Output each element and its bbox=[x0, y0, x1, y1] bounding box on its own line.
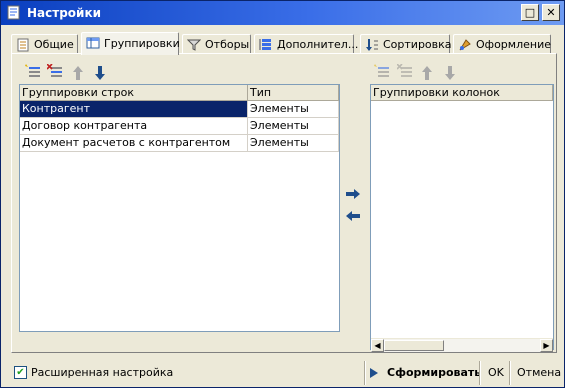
delete-grouping-button[interactable] bbox=[47, 64, 63, 80]
separator bbox=[509, 361, 511, 385]
tab-label: Группировки bbox=[104, 37, 180, 50]
move-up-button[interactable] bbox=[70, 65, 86, 81]
row-groupings-table[interactable]: Группировки строк Тип Контрагент Элемент… bbox=[19, 84, 340, 332]
extended-settings-label: Расширенная настройка bbox=[31, 366, 174, 379]
move-column-down-button[interactable] bbox=[442, 65, 458, 81]
tab-label: Отборы bbox=[205, 38, 250, 51]
grouping-type-cell[interactable]: Элементы bbox=[248, 135, 339, 152]
move-to-columns-button[interactable] bbox=[345, 188, 361, 200]
tab-additional[interactable]: Дополнител... bbox=[254, 34, 358, 54]
cancel-button[interactable]: Отмена bbox=[517, 363, 561, 383]
add-grouping-button[interactable] bbox=[25, 64, 41, 80]
close-icon: ✕ bbox=[546, 6, 556, 19]
move-column-up-button[interactable] bbox=[419, 65, 435, 81]
settings-list-icon bbox=[17, 38, 29, 52]
close-button[interactable]: ✕ bbox=[542, 4, 560, 21]
delete-row-icon bbox=[397, 64, 412, 77]
column-header-type[interactable]: Тип bbox=[248, 85, 339, 101]
table-row[interactable]: Договор контрагента Элементы bbox=[20, 118, 339, 135]
tab-strip: Общие Группировки Отборы Дополнител... С… bbox=[11, 32, 557, 55]
scroll-right-button[interactable]: ▶ bbox=[540, 339, 553, 352]
filter-funnel-icon bbox=[187, 39, 201, 51]
separator bbox=[364, 361, 366, 385]
appearance-palette-icon bbox=[459, 39, 471, 51]
table-row[interactable]: Документ расчетов с контрагентом Элемент… bbox=[20, 135, 339, 152]
separator bbox=[479, 361, 481, 385]
tab-label: Общие bbox=[34, 38, 74, 51]
add-column-grouping-button[interactable] bbox=[374, 64, 390, 80]
scroll-left-button[interactable]: ◀ bbox=[371, 339, 384, 352]
grouping-name-cell[interactable]: Документ расчетов с контрагентом bbox=[20, 135, 248, 152]
grouping-table-icon bbox=[86, 37, 100, 49]
tab-label: Дополнител... bbox=[277, 38, 359, 51]
move-to-rows-button[interactable] bbox=[345, 210, 361, 222]
ok-button[interactable]: OK bbox=[488, 363, 504, 383]
tab-sorting[interactable]: Сортировка bbox=[360, 34, 452, 54]
column-header-row-groupings[interactable]: Группировки строк bbox=[20, 85, 248, 101]
cancel-label: Отмена bbox=[517, 366, 562, 379]
additional-fields-icon bbox=[259, 39, 271, 50]
play-icon bbox=[370, 368, 378, 378]
grouping-name-cell[interactable]: Договор контрагента bbox=[20, 118, 248, 135]
chevron-left-icon: ◀ bbox=[374, 341, 381, 350]
table-row[interactable]: Контрагент Элементы bbox=[20, 101, 339, 118]
maximize-icon: □ bbox=[524, 6, 536, 19]
generate-label: Сформировать bbox=[387, 366, 482, 379]
add-row-icon bbox=[25, 64, 40, 77]
move-down-button[interactable] bbox=[92, 65, 108, 81]
tab-appearance[interactable]: Оформление bbox=[453, 34, 551, 54]
tab-label: Оформление bbox=[476, 38, 551, 51]
extended-settings-checkbox[interactable]: ✔ bbox=[14, 366, 27, 379]
title-bar: Настройки □ ✕ bbox=[1, 1, 564, 25]
window-title: Настройки bbox=[27, 6, 102, 20]
checkmark-icon: ✔ bbox=[16, 367, 25, 378]
grouping-type-cell[interactable]: Элементы bbox=[248, 118, 339, 135]
maximize-button[interactable]: □ bbox=[521, 4, 539, 21]
arrow-down-icon bbox=[95, 66, 105, 80]
tab-filters[interactable]: Отборы bbox=[182, 34, 251, 54]
arrow-down-icon bbox=[445, 66, 455, 80]
grouping-type-cell[interactable]: Элементы bbox=[248, 101, 339, 118]
ok-label: OK bbox=[488, 366, 504, 379]
add-row-icon bbox=[374, 64, 389, 77]
delete-row-icon bbox=[47, 64, 62, 77]
settings-document-icon bbox=[7, 5, 20, 20]
scroll-thumb[interactable] bbox=[384, 340, 444, 351]
arrow-up-icon bbox=[73, 66, 83, 80]
chevron-right-icon: ▶ bbox=[543, 341, 550, 350]
sort-icon bbox=[366, 39, 378, 51]
arrow-right-icon bbox=[346, 189, 360, 199]
column-groupings-table[interactable]: Группировки колонок bbox=[370, 84, 554, 350]
settings-window: Настройки □ ✕ Общие Группировки Отборы Д… bbox=[0, 0, 565, 388]
arrow-left-icon bbox=[346, 211, 360, 221]
column-header-column-groupings[interactable]: Группировки колонок bbox=[371, 85, 553, 101]
delete-column-grouping-button[interactable] bbox=[397, 64, 413, 80]
horizontal-scrollbar[interactable]: ◀ ▶ bbox=[371, 338, 553, 352]
grouping-name-cell[interactable]: Контрагент bbox=[20, 101, 248, 118]
tab-groupings[interactable]: Группировки bbox=[81, 32, 180, 55]
tab-label: Сортировка bbox=[383, 38, 452, 51]
bottom-bar: ✔ Расширенная настройка Сформировать OK … bbox=[1, 359, 564, 387]
arrow-up-icon bbox=[422, 66, 432, 80]
tab-general[interactable]: Общие bbox=[11, 34, 78, 54]
